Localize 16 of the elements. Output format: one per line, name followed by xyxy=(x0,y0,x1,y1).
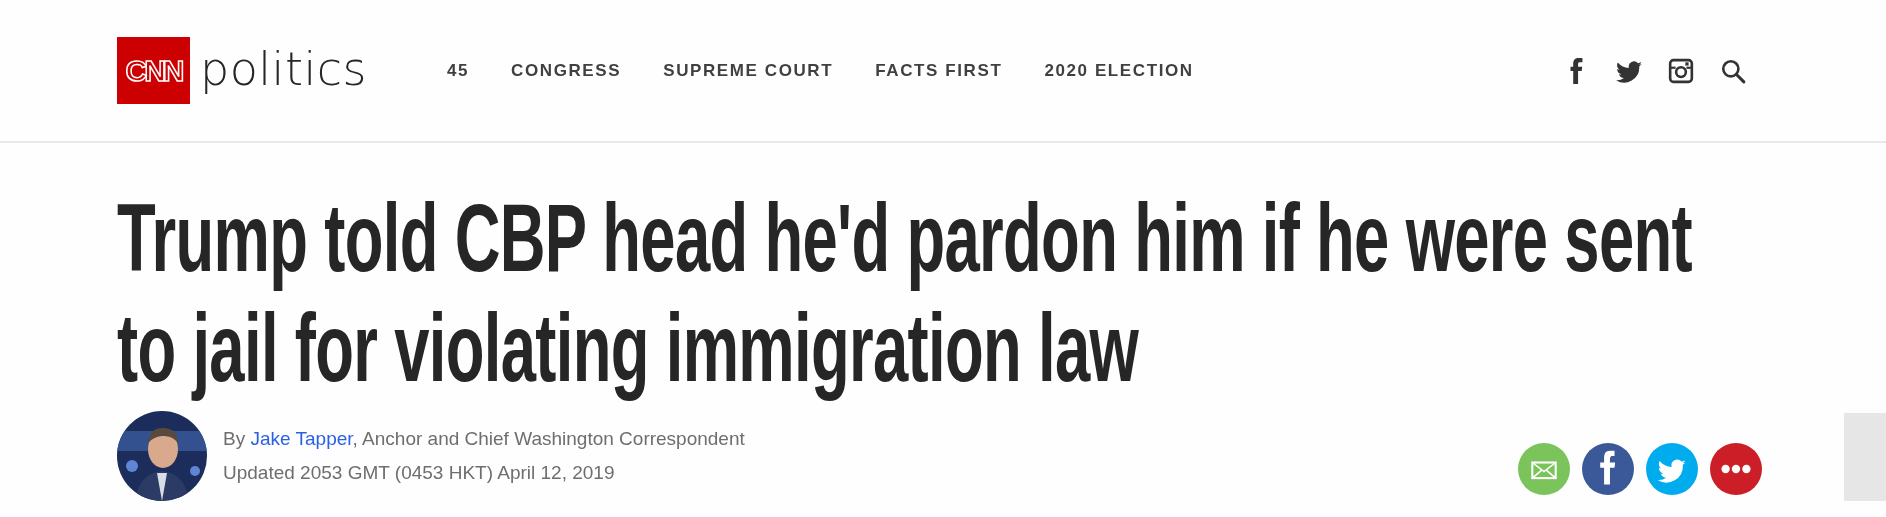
byline: By Jake Tapper, Anchor and Chief Washington Correspondent xyxy=(223,427,745,451)
cnn-logo[interactable]: CNN xyxy=(117,37,190,104)
more-icon[interactable] xyxy=(1710,443,1762,495)
camera-icon[interactable] xyxy=(1668,57,1694,84)
nav-link[interactable]: 45 xyxy=(447,60,470,81)
twitter-share-icon[interactable] xyxy=(1646,443,1698,495)
nav-link[interactable]: CONGRESS xyxy=(511,60,622,81)
update-timestamp: Updated 2053 GMT (0453 HKT) April 12, 2019 xyxy=(223,461,616,485)
facebook-share-icon[interactable] xyxy=(1582,443,1634,495)
nav-link[interactable]: SUPREME COURT xyxy=(663,60,834,81)
headline: Trump told CBP head he'd pardon him if he were sent to jail for violating immigration law xyxy=(117,183,1693,403)
nav-link[interactable]: 2020 ELECTION xyxy=(1044,60,1194,81)
section-title[interactable]: politics xyxy=(200,45,367,96)
nav-link[interactable]: FACTS FIRST xyxy=(875,60,1003,81)
author-link[interactable]: Jake Tapper xyxy=(250,428,353,449)
search-icon[interactable] xyxy=(1720,57,1746,84)
